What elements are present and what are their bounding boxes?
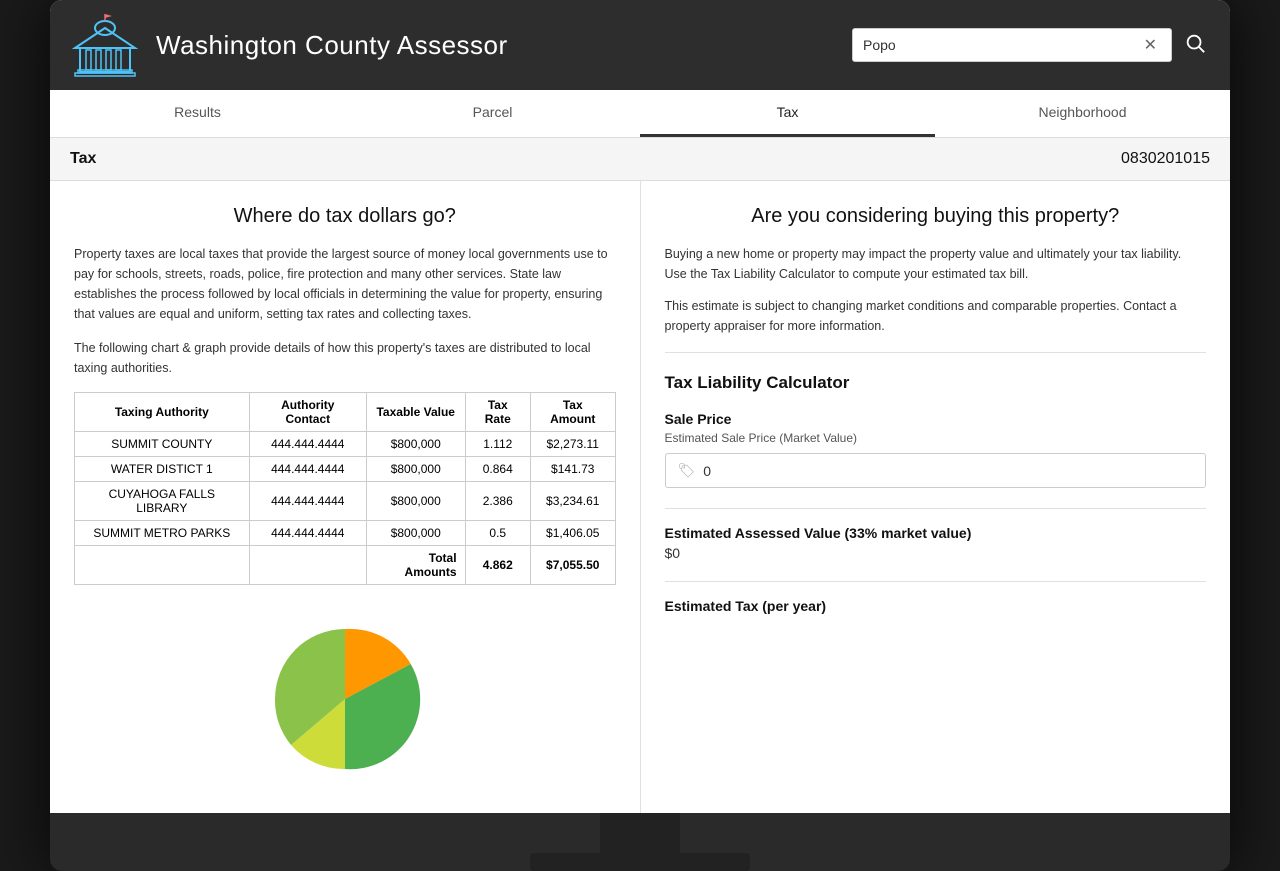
sale-price-group: Sale Price Estimated Sale Price (Market … (665, 411, 1207, 488)
table-row: CUYAHOGA FALLS LIBRARY444.444.4444$800,0… (75, 482, 616, 521)
parcel-id: 0830201015 (1121, 150, 1210, 168)
table-total-row: Total Amounts4.862$7,055.50 (75, 546, 616, 585)
sale-price-sublabel: Estimated Sale Price (Market Value) (665, 431, 1207, 445)
search-input[interactable] (863, 37, 1140, 53)
tab-results[interactable]: Results (50, 90, 345, 137)
col-tax-amount: Tax Amount (530, 393, 615, 432)
pie-chart (265, 619, 425, 779)
table-row: SUMMIT COUNTY444.444.4444$800,0001.112$2… (75, 432, 616, 457)
buying-text-1: Buying a new home or property may impact… (665, 244, 1207, 284)
screen: Washington County Assessor ✕ Results Par… (50, 0, 1230, 813)
tax-paragraph-2: The following chart & graph provide deta… (74, 338, 616, 378)
sale-price-value: 0 (703, 463, 711, 479)
search-box[interactable]: ✕ (852, 28, 1172, 62)
calculator-section: Tax Liability Calculator Sale Price Esti… (665, 373, 1207, 614)
search-icon (1184, 32, 1206, 54)
app-title: Washington County Assessor (156, 30, 508, 61)
monitor-neck (600, 813, 680, 853)
divider-3 (665, 581, 1207, 582)
tab-tax[interactable]: Tax (640, 90, 935, 137)
buying-title: Are you considering buying this property… (665, 205, 1207, 228)
sale-price-label: Sale Price (665, 411, 1207, 427)
estimated-tax-group: Estimated Tax (per year) (665, 598, 1207, 614)
divider-2 (665, 508, 1207, 509)
monitor: Washington County Assessor ✕ Results Par… (50, 0, 1230, 871)
app-logo (70, 10, 140, 80)
monitor-base (530, 853, 750, 871)
monitor-stand (50, 813, 1230, 871)
pie-chart-container (74, 609, 616, 789)
buying-text-2: This estimate is subject to changing mar… (665, 296, 1207, 336)
right-panel: Are you considering buying this property… (641, 181, 1231, 813)
assessed-value-label: Estimated Assessed Value (33% market val… (665, 525, 1207, 541)
tab-parcel[interactable]: Parcel (345, 90, 640, 137)
tax-dollars-title: Where do tax dollars go? (74, 205, 616, 228)
col-taxing-authority: Taxing Authority (75, 393, 250, 432)
assessed-value-group: Estimated Assessed Value (33% market val… (665, 525, 1207, 561)
app-header: Washington County Assessor ✕ (50, 0, 1230, 90)
search-area: ✕ (852, 28, 1210, 63)
content-area: Where do tax dollars go? Property taxes … (50, 181, 1230, 813)
table-row: SUMMIT METRO PARKS444.444.4444$800,0000.… (75, 521, 616, 546)
left-panel: Where do tax dollars go? Property taxes … (50, 181, 641, 813)
tax-table: Taxing Authority Authority Contact Taxab… (74, 392, 616, 585)
divider (665, 352, 1207, 353)
logo-area: Washington County Assessor (70, 10, 852, 80)
page-label: Tax (70, 150, 96, 168)
assessed-value: $0 (665, 545, 1207, 561)
page-header: Tax 0830201015 (50, 138, 1230, 181)
tab-neighborhood[interactable]: Neighborhood (935, 90, 1230, 137)
col-authority-contact: Authority Contact (249, 393, 366, 432)
calculator-title: Tax Liability Calculator (665, 373, 1207, 393)
estimated-tax-label: Estimated Tax (per year) (665, 598, 1207, 614)
tax-paragraph-1: Property taxes are local taxes that prov… (74, 244, 616, 324)
col-taxable-value: Taxable Value (366, 393, 465, 432)
search-button[interactable] (1180, 28, 1210, 63)
nav-tabs: Results Parcel Tax Neighborhood (50, 90, 1230, 138)
sale-price-input[interactable]: 🏷 0 (665, 453, 1207, 488)
search-clear-button[interactable]: ✕ (1140, 35, 1161, 55)
price-icon: 🏷 (678, 462, 696, 479)
table-row: WATER DISTICT 1444.444.4444$800,0000.864… (75, 457, 616, 482)
col-tax-rate: Tax Rate (465, 393, 530, 432)
